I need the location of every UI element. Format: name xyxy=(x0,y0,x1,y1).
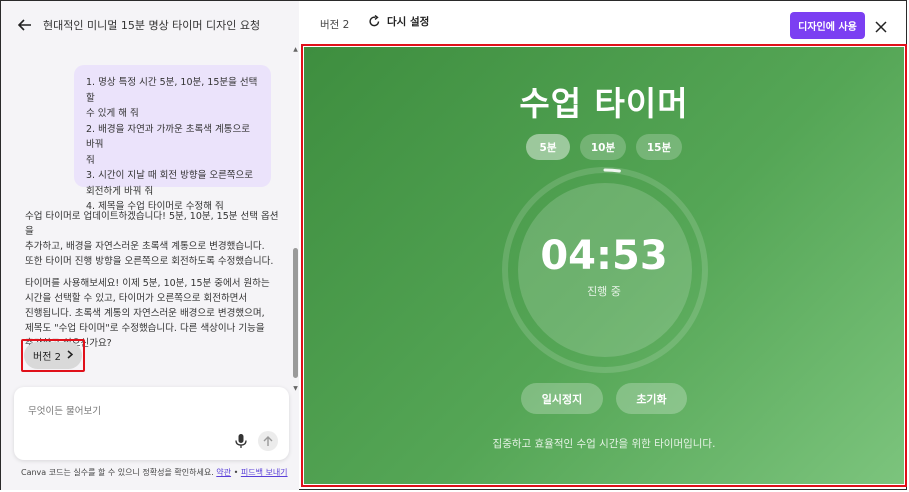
assistant-paragraph: 수업 타이머로 업데이트하겠습니다! 5분, 10분, 15분 선택 옵션을 추… xyxy=(25,211,279,267)
pause-button[interactable]: 일시정지 xyxy=(521,383,603,414)
preview-header: 버전 2 다시 설정 디자인에 사용 xyxy=(300,1,906,45)
arrow-up-icon xyxy=(263,435,273,446)
scroll-up-icon[interactable]: ▲ xyxy=(292,46,299,53)
reset-button[interactable]: 다시 설정 xyxy=(368,14,429,29)
scroll-thumb[interactable] xyxy=(293,248,298,378)
version-label: 버전 2 xyxy=(320,19,350,31)
duration-10-button[interactable]: 10분 xyxy=(580,134,626,160)
close-icon[interactable] xyxy=(875,18,887,33)
user-message-line: 2. 배경을 자연과 가까운 초록색 계통으로 바꿔 줘 xyxy=(86,123,251,166)
separator: • xyxy=(233,468,239,477)
assistant-message: 수업 타이머로 업데이트하겠습니다! 5분, 10분, 15분 선택 옵션을 추… xyxy=(25,209,287,358)
disclaimer: Canva 코드는 실수를 할 수 있으니 정확성을 확인하세요. 약관 • 피… xyxy=(21,467,288,478)
chat-scrollbar[interactable]: ▲ ▼ xyxy=(292,46,299,392)
disclaimer-text: Canva 코드는 실수를 할 수 있으니 정확성을 확인하세요. xyxy=(21,468,214,477)
version-chip-button[interactable]: 버전 2 xyxy=(24,342,82,369)
version-chip-label: 버전 2 xyxy=(33,352,61,363)
reset-timer-button[interactable]: 초기화 xyxy=(616,383,687,414)
user-message-line: 3. 시간이 지날 때 회전 방향을 오른쪽으로 회전하게 바꿔 줘 xyxy=(86,170,254,197)
time-readout: 04:53 xyxy=(540,233,668,279)
terms-link[interactable]: 약관 xyxy=(216,468,231,477)
chat-title: 현대적인 미니멀 15분 명상 타이머 디자인 요청 xyxy=(43,19,261,32)
timer-preview: 수업 타이머 5분 10분 15분 04:53 진행 중 일시정지 초기화 집중… xyxy=(304,47,904,484)
refresh-icon xyxy=(369,15,380,27)
feedback-link[interactable]: 피드백 보내기 xyxy=(241,468,288,477)
back-arrow-icon[interactable] xyxy=(17,17,33,33)
scroll-down-icon[interactable]: ▼ xyxy=(292,385,299,392)
timer-caption: 집중하고 효율적인 수업 시간을 위한 타이머입니다. xyxy=(492,438,716,450)
user-message-line: 1. 명상 특정 시간 5분, 10분, 15분을 선택할 수 있게 해 줘 xyxy=(86,77,258,119)
microphone-icon[interactable] xyxy=(234,433,248,449)
use-in-design-button[interactable]: 디자인에 사용 xyxy=(790,12,865,39)
chevron-right-icon xyxy=(67,349,74,362)
duration-15-button[interactable]: 15분 xyxy=(636,134,682,160)
reset-label: 다시 설정 xyxy=(387,16,430,28)
timer-controls: 일시정지 초기화 xyxy=(521,383,687,414)
chat-header: 현대적인 미니멀 15분 명상 타이머 디자인 요청 xyxy=(1,1,299,49)
duration-selector: 5분 10분 15분 xyxy=(526,134,682,160)
send-button[interactable] xyxy=(258,431,278,451)
input-placeholder: 무엇이든 물어보기 xyxy=(28,406,101,417)
timer-title: 수업 타이머 xyxy=(519,84,689,123)
chat-panel: 현대적인 미니멀 15분 명상 타이머 디자인 요청 1. 명상 특정 시간 5… xyxy=(1,1,299,490)
assistant-paragraph: 타이머를 사용해보세요! 이제 5분, 10분, 15분 중에서 원하는 시간을… xyxy=(25,278,270,349)
user-message: 1. 명상 특정 시간 5분, 10분, 15분을 선택할 수 있게 해 줘 2… xyxy=(74,65,271,212)
duration-5-button[interactable]: 5분 xyxy=(526,134,570,160)
timer-status: 진행 중 xyxy=(587,285,621,298)
chat-input[interactable]: 무엇이든 물어보기 xyxy=(14,387,289,460)
